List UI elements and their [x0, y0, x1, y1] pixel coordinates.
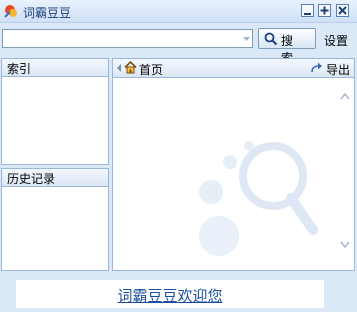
magnifier-watermark-icon — [199, 141, 318, 256]
minimize-icon — [304, 13, 311, 15]
content-panel: 首页 导出 — [112, 58, 355, 271]
scroll-down-icon[interactable] — [340, 241, 350, 248]
index-panel-title: 索引 — [7, 62, 32, 76]
search-toolbar: 搜 索 设置 — [0, 27, 357, 65]
scroll-up-icon[interactable] — [340, 93, 350, 100]
export-icon[interactable] — [310, 61, 323, 74]
export-button[interactable]: 导出 — [326, 61, 350, 78]
home-icon[interactable] — [124, 61, 137, 74]
history-panel-title: 历史记录 — [7, 172, 56, 186]
footer-bar: 词霸豆豆欢迎您 — [16, 280, 324, 308]
search-button[interactable]: 搜 索 — [258, 28, 316, 65]
app-logo-icon — [4, 5, 17, 18]
chevron-down-icon[interactable] — [242, 36, 251, 42]
welcome-link[interactable]: 词霸豆豆欢迎您 — [16, 285, 324, 306]
content-header: 首页 导出 — [113, 59, 354, 78]
title-bar: 词霸豆豆 — [0, 0, 357, 23]
back-arrow-icon[interactable] — [117, 64, 122, 72]
search-icon — [264, 32, 278, 46]
settings-button[interactable]: 设置 — [324, 32, 348, 49]
search-box[interactable] — [2, 29, 253, 48]
maximize-button[interactable] — [318, 4, 331, 17]
close-button[interactable] — [336, 4, 349, 17]
window-title: 词霸豆豆 — [23, 6, 72, 20]
close-icon — [338, 6, 347, 15]
home-tab[interactable]: 首页 — [139, 61, 163, 78]
index-panel-header: 索引 — [2, 59, 108, 77]
maximize-icon — [320, 6, 329, 15]
history-panel-header: 历史记录 — [2, 169, 108, 187]
index-panel: 索引 — [1, 58, 109, 165]
history-list[interactable] — [2, 187, 108, 270]
minimize-button[interactable] — [301, 4, 314, 17]
search-input[interactable] — [5, 31, 239, 48]
history-panel: 历史记录 — [1, 168, 109, 271]
index-list[interactable] — [2, 77, 108, 164]
content-scrollbar[interactable] — [338, 79, 352, 269]
